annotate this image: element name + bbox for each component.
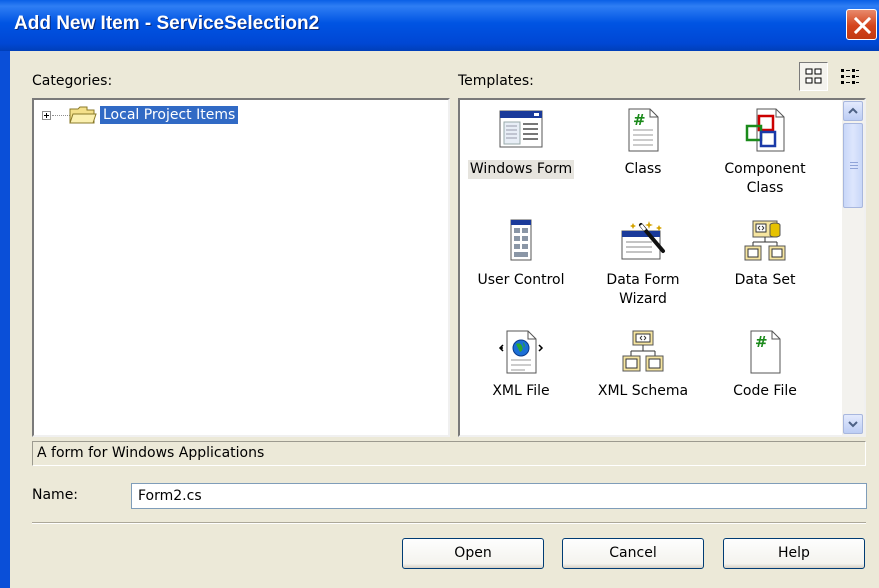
description-panel: A form for Windows Applications bbox=[32, 441, 866, 466]
small-icons-view-button[interactable] bbox=[835, 62, 864, 91]
class-file-icon: # bbox=[628, 108, 659, 152]
template-label: Windows Form bbox=[467, 160, 575, 179]
window-title: Add New Item - ServiceSelection2 bbox=[14, 13, 320, 34]
template-data-set[interactable]: Data Set bbox=[704, 217, 826, 290]
windows-form-icon bbox=[499, 110, 543, 148]
templates-label: Templates: bbox=[458, 73, 534, 89]
separator bbox=[32, 522, 866, 524]
tree-connector bbox=[52, 115, 70, 116]
template-code-file[interactable]: # Code File bbox=[704, 328, 826, 401]
templates-list[interactable]: Windows Form # Class Component Class Use… bbox=[458, 98, 866, 437]
expand-icon[interactable] bbox=[42, 111, 51, 120]
chevron-down-icon bbox=[848, 421, 858, 428]
categories-tree[interactable]: Local Project Items bbox=[32, 98, 450, 437]
templates-scrollbar[interactable] bbox=[842, 100, 864, 435]
code-file-icon: # bbox=[750, 330, 781, 374]
open-button[interactable]: Open bbox=[402, 538, 544, 569]
template-label: XML File bbox=[492, 383, 550, 399]
template-class[interactable]: # Class bbox=[582, 106, 704, 179]
name-label: Name: bbox=[32, 487, 79, 503]
data-set-icon bbox=[744, 220, 786, 261]
large-icons-view-icon bbox=[805, 68, 822, 84]
template-label: Data Set bbox=[734, 272, 796, 288]
xml-schema-icon bbox=[622, 330, 664, 372]
svg-text:#: # bbox=[755, 333, 768, 351]
template-label: XML Schema bbox=[597, 383, 689, 399]
folder-icon bbox=[69, 106, 97, 124]
title-bar[interactable]: Add New Item - ServiceSelection2 bbox=[0, 0, 879, 51]
close-button[interactable] bbox=[846, 9, 877, 40]
data-form-wizard-icon bbox=[621, 221, 665, 260]
template-label: Code File bbox=[733, 383, 797, 399]
scroll-up-button[interactable] bbox=[843, 101, 863, 121]
template-label: Data Form Wizard bbox=[606, 272, 680, 307]
tree-item-label[interactable]: Local Project Items bbox=[100, 106, 239, 124]
template-user-control[interactable]: User Control bbox=[460, 217, 582, 290]
template-label: Class bbox=[624, 161, 662, 177]
description-text: A form for Windows Applications bbox=[37, 445, 265, 461]
user-control-icon bbox=[510, 219, 532, 261]
name-input[interactable] bbox=[131, 483, 867, 509]
template-data-form-wizard[interactable]: Data Form Wizard bbox=[582, 217, 704, 309]
window-frame bbox=[0, 51, 10, 588]
small-icons-view-icon bbox=[841, 69, 859, 84]
scroll-thumb[interactable] bbox=[843, 123, 863, 208]
help-button[interactable]: Help bbox=[723, 538, 865, 569]
close-icon bbox=[853, 16, 872, 35]
template-xml-schema[interactable]: XML Schema bbox=[582, 328, 704, 401]
categories-label: Categories: bbox=[32, 73, 113, 89]
template-label: Component Class bbox=[724, 161, 806, 196]
svg-text:#: # bbox=[633, 111, 646, 129]
large-icons-view-button[interactable] bbox=[799, 62, 828, 91]
scroll-down-button[interactable] bbox=[843, 414, 863, 434]
cancel-button[interactable]: Cancel bbox=[562, 538, 704, 569]
template-label: User Control bbox=[477, 272, 565, 288]
template-component-class[interactable]: Component Class bbox=[704, 106, 826, 198]
template-xml-file[interactable]: XML File bbox=[460, 328, 582, 401]
template-windows-form[interactable]: Windows Form bbox=[460, 106, 582, 179]
xml-file-icon bbox=[498, 330, 544, 374]
component-class-icon bbox=[745, 108, 785, 152]
chevron-up-icon bbox=[848, 107, 858, 114]
